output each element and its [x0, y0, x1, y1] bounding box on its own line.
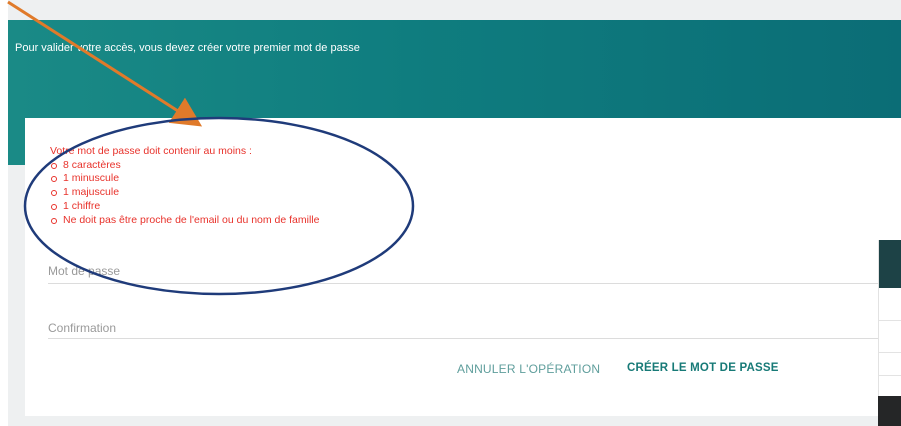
header-message: Pour valider votre accès, vous devez cré…	[15, 42, 360, 54]
panel-divider	[879, 320, 901, 321]
bullet-icon	[51, 162, 57, 169]
panel-header-edge	[879, 240, 901, 288]
rule-text: 1 minuscule	[63, 172, 120, 185]
rule-item: Ne doit pas être proche de l'email ou du…	[50, 214, 319, 228]
rule-item: 1 chiffre	[50, 200, 319, 214]
rule-text: 1 majuscule	[63, 186, 120, 199]
panel-divider	[879, 352, 901, 353]
rule-text: 1 chiffre	[63, 199, 101, 212]
rules-list: 8 caractères 1 minuscule 1 majuscule 1 c…	[50, 159, 319, 228]
rule-item: 8 caractères	[50, 159, 319, 173]
password-input[interactable]	[48, 263, 868, 279]
cancel-button[interactable]: ANNULER L'OPÉRATION	[457, 362, 600, 376]
panel-footer-edge	[878, 396, 901, 426]
create-password-button[interactable]: CRÉER LE MOT DE PASSE	[627, 362, 779, 374]
confirmation-input[interactable]	[48, 320, 868, 336]
bullet-icon	[51, 203, 57, 210]
password-underline	[48, 283, 878, 284]
confirmation-underline	[48, 338, 878, 339]
bullet-icon	[51, 190, 57, 197]
rule-text: 8 caractères	[63, 158, 121, 171]
rule-item: 1 majuscule	[50, 186, 319, 200]
rule-item: 1 minuscule	[50, 172, 319, 186]
password-rules: Votre mot de passe doit contenir au moin…	[50, 145, 319, 227]
rule-text: Ne doit pas être proche de l'email ou du…	[63, 213, 320, 226]
bullet-icon	[51, 176, 57, 183]
bullet-icon	[51, 217, 57, 224]
panel-divider	[879, 375, 901, 376]
rules-title: Votre mot de passe doit contenir au moin…	[50, 145, 252, 157]
